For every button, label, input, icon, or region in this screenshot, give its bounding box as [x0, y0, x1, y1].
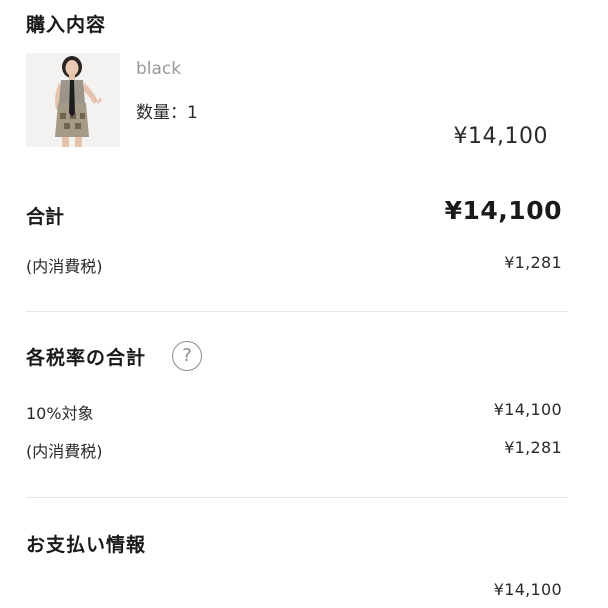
- tax-rate-row-label: (内消費税): [26, 442, 103, 461]
- section-title-tax-rates: 各税率の合計: [26, 347, 147, 369]
- product-image: [26, 53, 120, 147]
- tax-rate-row-label: 10%対象: [26, 404, 94, 423]
- total-tax-label: (内消費税): [26, 257, 103, 276]
- section-title-payment: お支払い情報: [26, 534, 147, 556]
- section-title-purchase: 購入内容: [26, 14, 107, 36]
- tax-rate-row-value: ¥14,100: [493, 400, 562, 419]
- tax-rate-row-value: ¥1,281: [504, 438, 562, 457]
- divider: [26, 497, 568, 498]
- item-variant: black: [136, 59, 182, 79]
- product-thumbnail[interactable]: [26, 53, 120, 147]
- payment-amount: ¥14,100: [493, 580, 562, 599]
- item-price: ¥14,100: [453, 124, 548, 149]
- total-value: ¥14,100: [444, 196, 562, 225]
- item-quantity: 数量：1: [136, 103, 198, 123]
- divider: [26, 311, 568, 312]
- question-circle-icon[interactable]: ?: [172, 341, 202, 371]
- total-tax-value: ¥1,281: [504, 253, 562, 272]
- total-label: 合計: [26, 206, 65, 228]
